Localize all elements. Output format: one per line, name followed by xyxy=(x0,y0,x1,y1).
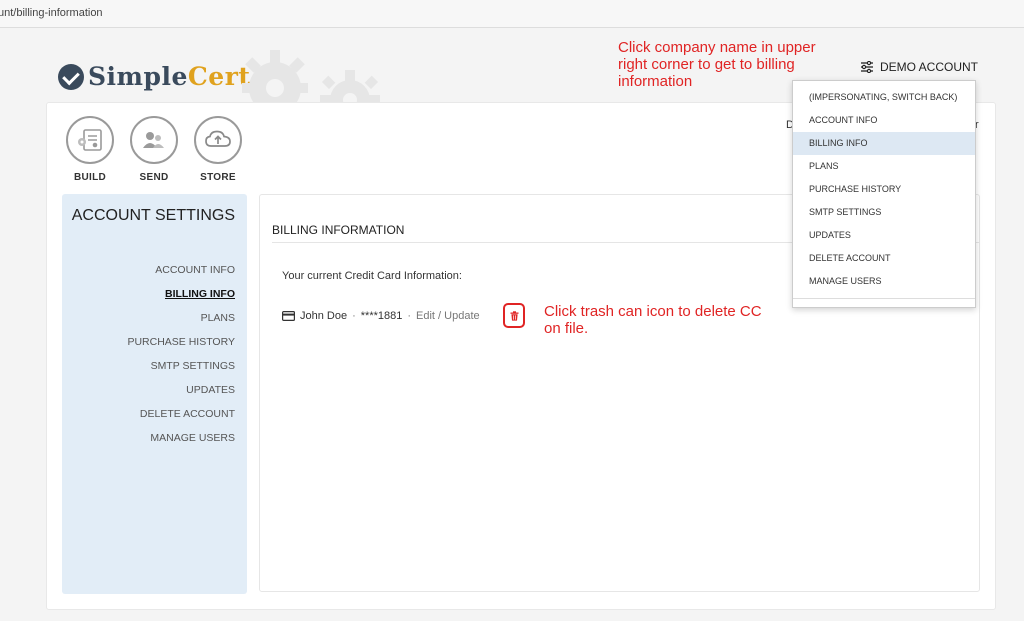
account-dropdown-menu: (IMPERSONATING, SWITCH BACK) ACCOUNT INF… xyxy=(792,80,976,308)
account-settings-sidebar: ACCOUNT SETTINGS ACCOUNT INFO BILLING IN… xyxy=(62,194,247,594)
menu-item-updates[interactable]: UPDATES xyxy=(793,224,975,247)
edit-update-link[interactable]: Edit / Update xyxy=(416,310,480,322)
users-send-icon xyxy=(130,116,178,164)
cc-separator-1: · xyxy=(352,310,356,322)
annotation-delete-hint: Click trash can icon to delete CC on fil… xyxy=(544,303,762,337)
cc-separator-2: · xyxy=(407,310,412,322)
nav-send[interactable]: SEND xyxy=(130,116,178,183)
certificate-icon xyxy=(66,116,114,164)
nav-store-label: STORE xyxy=(200,172,236,183)
card-masked-number: ****1881 xyxy=(360,310,403,322)
nav-send-label: SEND xyxy=(139,172,169,183)
sidebar-item-delete-account[interactable]: DELETE ACCOUNT xyxy=(127,408,235,432)
sidebar-item-smtp-settings[interactable]: SMTP SETTINGS xyxy=(127,360,235,384)
menu-item-manage-users[interactable]: MANAGE USERS xyxy=(793,270,975,293)
sliders-icon xyxy=(861,61,873,73)
sidebar-item-plans[interactable]: PLANS xyxy=(127,312,235,336)
menu-item-purchase-history[interactable]: PURCHASE HISTORY xyxy=(793,178,975,201)
menu-item-delete-account[interactable]: DELETE ACCOUNT xyxy=(793,247,975,270)
logo-check-icon xyxy=(58,63,84,90)
browser-url-bar[interactable]: unt/billing-information xyxy=(0,0,1024,28)
sidebar-item-updates[interactable]: UPDATES xyxy=(127,384,235,408)
nav-build[interactable]: BUILD xyxy=(66,116,114,183)
cloud-upload-icon xyxy=(194,116,242,164)
cc-row: John Doe · ****1881 · Edit / Update xyxy=(282,310,480,322)
account-menu-button[interactable]: DEMO ACCOUNT xyxy=(860,60,978,74)
card-holder-name: John Doe xyxy=(300,310,348,322)
billing-title: BILLING INFORMATION xyxy=(272,223,405,237)
url-text: unt/billing-information xyxy=(0,7,103,19)
menu-item-switch-back[interactable]: (IMPERSONATING, SWITCH BACK) xyxy=(793,86,975,109)
trash-icon xyxy=(510,310,518,321)
account-menu-label: DEMO ACCOUNT xyxy=(880,60,979,74)
sidebar-item-billing-info[interactable]: BILLING INFO xyxy=(127,288,235,312)
credit-card-icon xyxy=(282,311,295,321)
sidebar-item-account-info[interactable]: ACCOUNT INFO xyxy=(127,264,235,288)
nav-build-label: BUILD xyxy=(73,172,107,183)
nav-store[interactable]: STORE xyxy=(194,116,242,183)
sidebar-menu: ACCOUNT INFO BILLING INFO PLANS PURCHASE… xyxy=(127,264,235,456)
delete-card-button[interactable] xyxy=(503,303,525,328)
menu-item-billing-info[interactable]: BILLING INFO xyxy=(793,132,975,155)
sidebar-title: ACCOUNT SETTINGS xyxy=(71,207,235,224)
gears-decoration-icon xyxy=(242,50,380,106)
sidebar-item-purchase-history[interactable]: PURCHASE HISTORY xyxy=(127,336,235,360)
menu-item-smtp-settings[interactable]: SMTP SETTINGS xyxy=(793,201,975,224)
main-nav: BUILD SEND STORE xyxy=(66,116,242,183)
menu-item-plans[interactable]: PLANS xyxy=(793,155,975,178)
menu-item-account-info[interactable]: ACCOUNT INFO xyxy=(793,109,975,132)
dropdown-divider xyxy=(793,298,975,299)
sidebar-item-manage-users[interactable]: MANAGE USERS xyxy=(127,432,235,456)
cc-info-label: Your current Credit Card Information: xyxy=(282,270,462,282)
